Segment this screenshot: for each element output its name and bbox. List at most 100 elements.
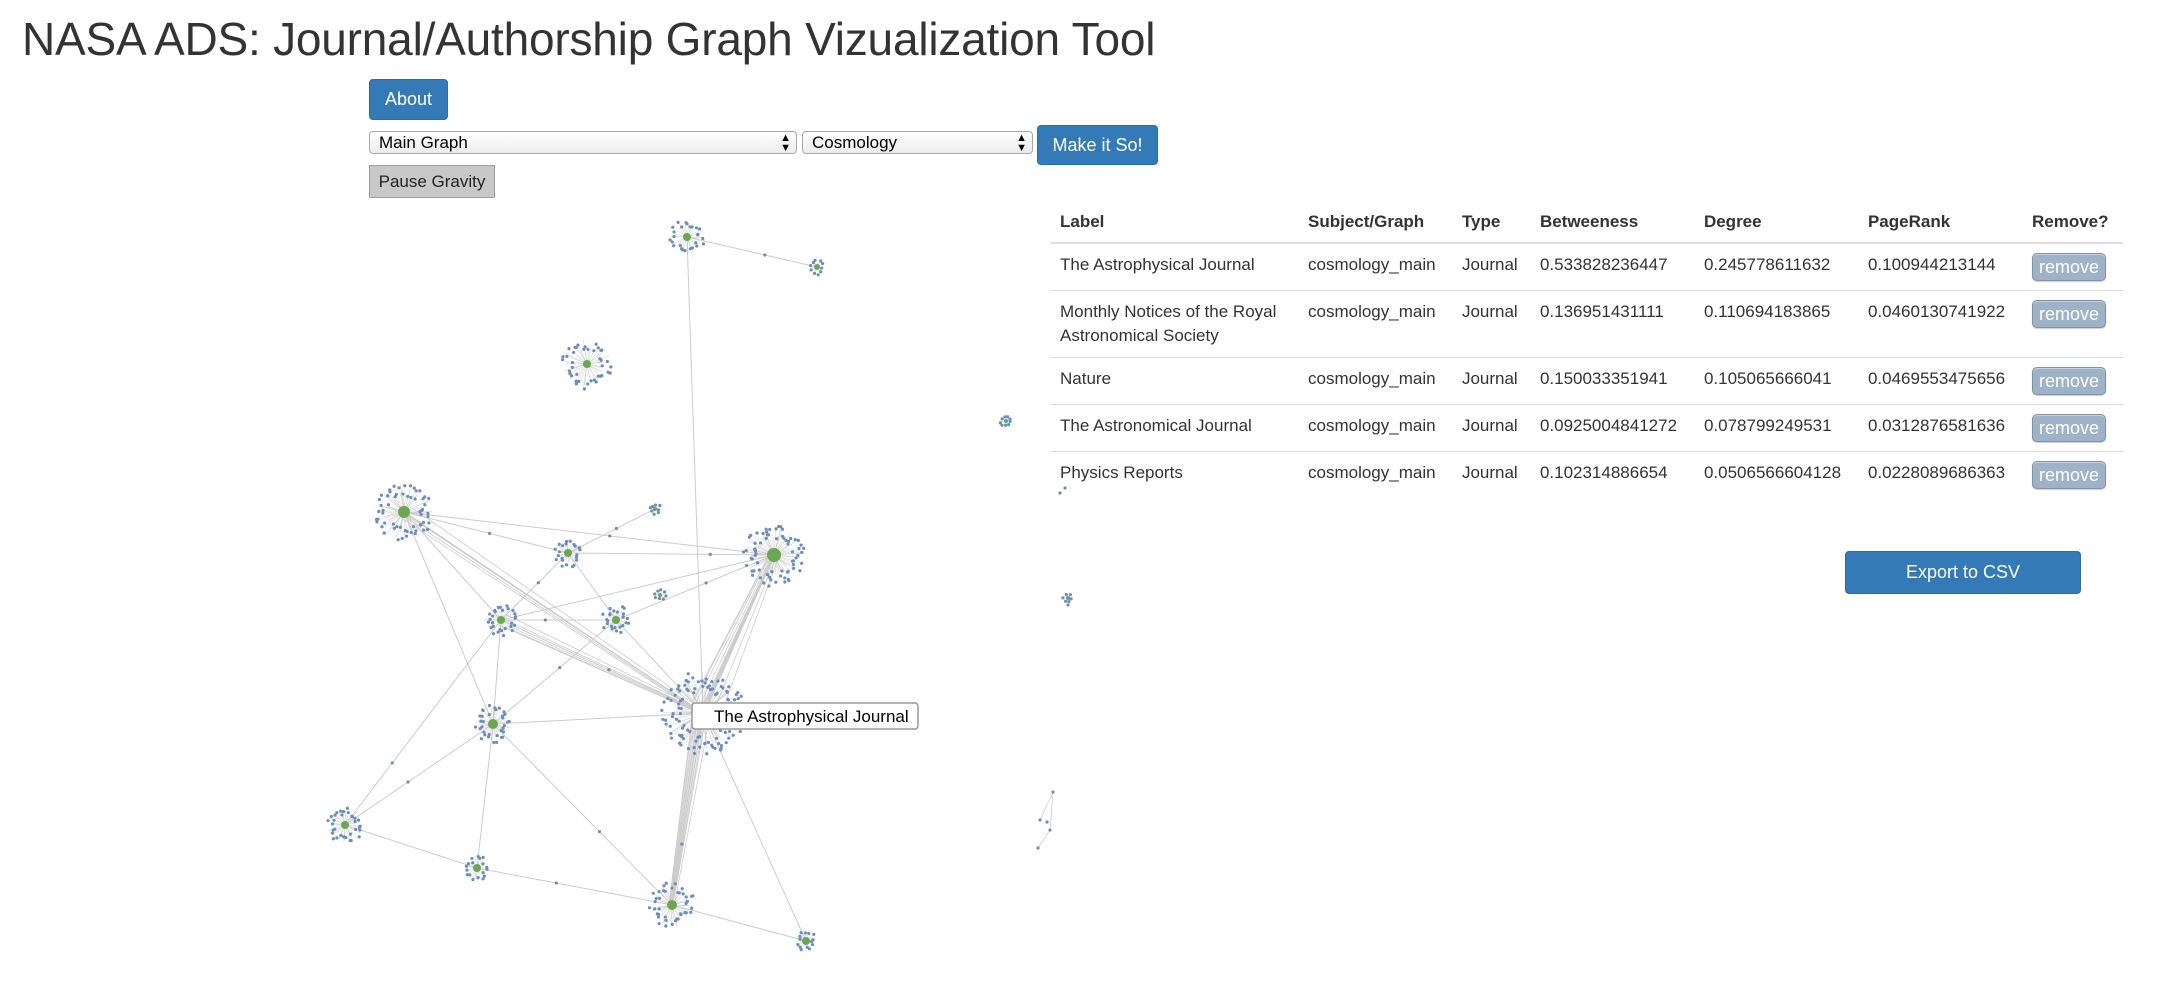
graph-leaf-node[interactable] bbox=[614, 526, 618, 531]
graph-leaf-node[interactable] bbox=[388, 488, 392, 492]
graph-leaf-node[interactable] bbox=[662, 884, 666, 888]
graph-leaf-node[interactable] bbox=[574, 555, 578, 559]
graph-leaf-node[interactable] bbox=[786, 542, 790, 546]
graph-leaf-node[interactable] bbox=[346, 810, 350, 815]
graph-leaf-node[interactable] bbox=[695, 244, 699, 248]
graph-leaf-node[interactable] bbox=[356, 818, 361, 822]
graph-leaf-node[interactable] bbox=[780, 527, 785, 531]
graph-leaf-node[interactable] bbox=[578, 548, 582, 552]
graph-leaf-node[interactable] bbox=[672, 244, 676, 248]
graph-leaf-node[interactable] bbox=[701, 242, 706, 246]
graph-leaf-node[interactable] bbox=[1004, 423, 1008, 427]
graph-leaf-node[interactable] bbox=[1038, 818, 1042, 822]
graph-leaf-node[interactable] bbox=[1008, 417, 1012, 421]
graph-leaf-node[interactable] bbox=[486, 620, 490, 624]
graph-leaf-node[interactable] bbox=[345, 806, 350, 810]
graph-leaf-node[interactable] bbox=[710, 680, 714, 684]
graph-leaf-node[interactable] bbox=[684, 895, 688, 899]
graph-leaf-node[interactable] bbox=[744, 549, 748, 553]
graph-leaf-node[interactable] bbox=[596, 346, 600, 350]
graph-leaf-node[interactable] bbox=[680, 887, 684, 891]
graph-leaf-node[interactable] bbox=[597, 830, 602, 834]
graph-leaf-node[interactable] bbox=[701, 684, 705, 689]
about-button[interactable]: About bbox=[369, 79, 448, 120]
graph-leaf-node[interactable] bbox=[480, 714, 484, 718]
graph-leaf-node[interactable] bbox=[391, 522, 395, 526]
graph-leaf-node[interactable] bbox=[736, 696, 740, 701]
graph-leaf-node[interactable] bbox=[501, 633, 506, 638]
graph-leaf-node[interactable] bbox=[612, 609, 616, 613]
graph-leaf-node[interactable] bbox=[670, 715, 675, 719]
graph-leaf-node[interactable] bbox=[690, 906, 694, 910]
graph-leaf-node[interactable] bbox=[680, 225, 684, 229]
graph-hub-node[interactable] bbox=[497, 616, 505, 624]
graph-leaf-node[interactable] bbox=[765, 572, 770, 577]
graph-leaf-node[interactable] bbox=[501, 735, 505, 739]
graph-leaf-node[interactable] bbox=[564, 539, 569, 544]
graph-leaf-node[interactable] bbox=[353, 816, 357, 820]
graph-leaf-node[interactable] bbox=[673, 919, 678, 923]
graph-leaf-node[interactable] bbox=[766, 533, 770, 537]
graph-leaf-node[interactable] bbox=[698, 745, 702, 749]
graph-leaf-node[interactable] bbox=[605, 617, 609, 622]
graph-leaf-node[interactable] bbox=[503, 626, 507, 631]
graph-leaf-node[interactable] bbox=[481, 877, 485, 881]
graph-leaf-node[interactable] bbox=[377, 509, 381, 514]
graph-leaf-node[interactable] bbox=[800, 550, 804, 554]
graph-leaf-node[interactable] bbox=[1036, 846, 1040, 850]
graph-leaf-node[interactable] bbox=[794, 556, 798, 560]
graph-leaf-node[interactable] bbox=[408, 484, 413, 488]
graph-leaf-node[interactable] bbox=[677, 719, 681, 723]
graph-leaf-node[interactable] bbox=[706, 740, 711, 744]
graph-leaf-node[interactable] bbox=[798, 937, 802, 941]
make-it-so-button[interactable]: Make it So! bbox=[1037, 125, 1158, 165]
graph-leaf-node[interactable] bbox=[793, 537, 797, 542]
graph-leaf-node[interactable] bbox=[605, 359, 609, 364]
graph-leaf-node[interactable] bbox=[326, 818, 330, 823]
graph-leaf-node[interactable] bbox=[570, 365, 575, 370]
graph-hub-node[interactable] bbox=[341, 821, 349, 829]
header-type[interactable]: Type bbox=[1452, 203, 1531, 244]
graph-leaf-node[interactable] bbox=[654, 896, 658, 901]
graph-leaf-node[interactable] bbox=[674, 717, 679, 721]
graph-hub-node[interactable] bbox=[658, 593, 662, 597]
graph-leaf-node[interactable] bbox=[657, 921, 661, 926]
graph-leaf-node[interactable] bbox=[696, 735, 700, 739]
graph-leaf-node[interactable] bbox=[573, 544, 577, 548]
graph-leaf-node[interactable] bbox=[811, 938, 815, 942]
graph-leaf-node[interactable] bbox=[406, 780, 410, 784]
graph-leaf-node[interactable] bbox=[680, 842, 684, 846]
graph-leaf-node[interactable] bbox=[358, 824, 362, 828]
graph-leaf-node[interactable] bbox=[586, 382, 590, 386]
graph-leaf-node[interactable] bbox=[557, 550, 562, 554]
graph-leaf-node[interactable] bbox=[592, 349, 596, 353]
graph-leaf-node[interactable] bbox=[619, 630, 623, 634]
graph-leaf-node[interactable] bbox=[592, 378, 597, 382]
graph-leaf-node[interactable] bbox=[669, 736, 674, 740]
graph-leaf-node[interactable] bbox=[769, 578, 773, 582]
graph-leaf-node[interactable] bbox=[561, 358, 565, 362]
graph-leaf-node[interactable] bbox=[656, 589, 660, 593]
graph-leaf-node[interactable] bbox=[492, 740, 496, 745]
graph-leaf-node[interactable] bbox=[1045, 820, 1049, 824]
graph-leaf-node[interactable] bbox=[607, 668, 611, 672]
graph-leaf-node[interactable] bbox=[481, 871, 485, 875]
graph-leaf-node[interactable] bbox=[680, 733, 684, 738]
graph-leaf-node[interactable] bbox=[465, 868, 469, 872]
graph-leaf-node[interactable] bbox=[677, 891, 681, 895]
graph-leaf-node[interactable] bbox=[608, 534, 612, 538]
graph-leaf-node[interactable] bbox=[382, 531, 386, 535]
graph-leaf-node[interactable] bbox=[764, 536, 768, 540]
graph-leaf-node[interactable] bbox=[808, 264, 813, 268]
graph-leaf-node[interactable] bbox=[560, 556, 564, 560]
graph-leaf-node[interactable] bbox=[377, 497, 381, 502]
graph-leaf-node[interactable] bbox=[805, 945, 809, 949]
graph-leaf-node[interactable] bbox=[659, 588, 663, 592]
graph-leaf-node[interactable] bbox=[401, 492, 405, 496]
graph-leaf-node[interactable] bbox=[614, 629, 619, 633]
graph-leaf-node[interactable] bbox=[594, 342, 598, 346]
graph-hub-node[interactable] bbox=[564, 549, 572, 557]
graph-leaf-node[interactable] bbox=[790, 550, 795, 554]
graph-leaf-node[interactable] bbox=[340, 813, 344, 817]
graph-leaf-node[interactable] bbox=[683, 683, 687, 687]
